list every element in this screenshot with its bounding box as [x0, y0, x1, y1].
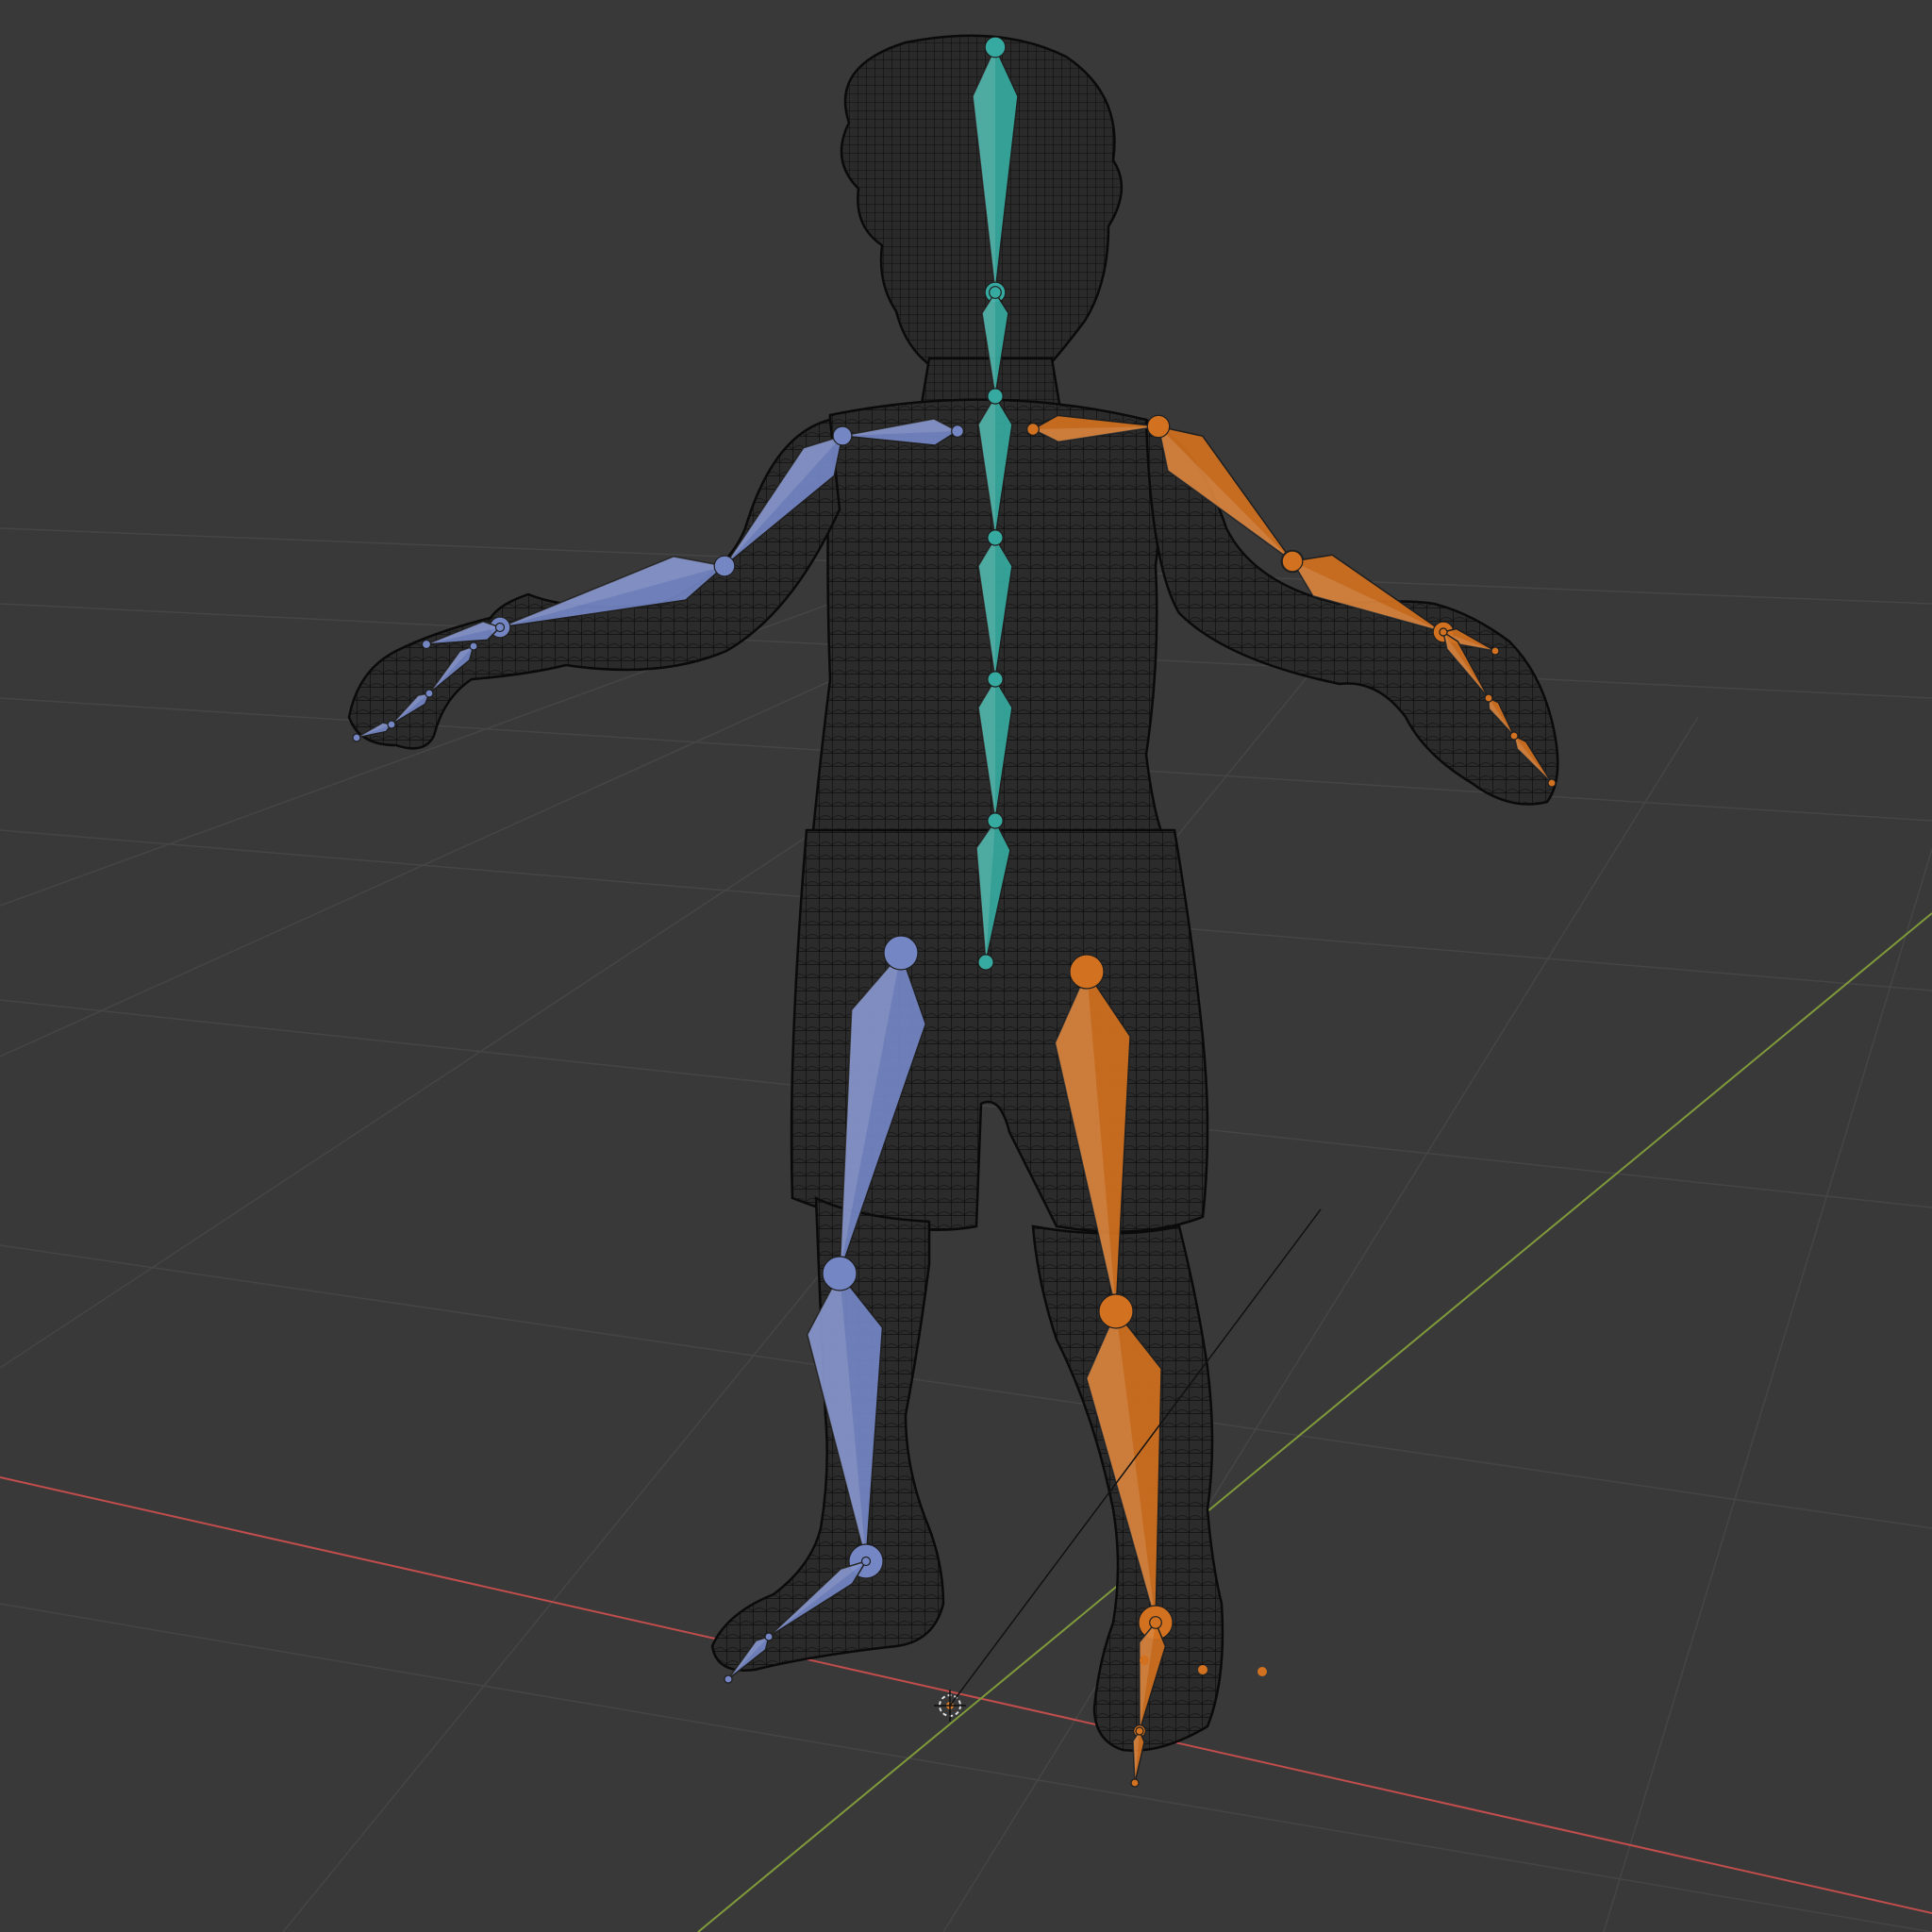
bone-finger-left-3-tail-joint[interactable]: [352, 733, 361, 742]
grid-line-v-5: [1603, 848, 1932, 1932]
bone-upperarm-left-head-joint[interactable]: [832, 425, 853, 446]
bone-spine-upper-head-joint[interactable]: [987, 529, 1004, 546]
bone-hand-left-tail-joint[interactable]: [421, 639, 432, 650]
bone-hand-left-head-joint[interactable]: [494, 622, 506, 633]
bone-shin-right-head-joint[interactable]: [1098, 1293, 1134, 1329]
bone-finger-right-2-head-joint[interactable]: [1484, 693, 1493, 703]
bone-hand-right-tail-joint[interactable]: [1491, 646, 1500, 656]
bone-clavicle-right-head-joint[interactable]: [1026, 423, 1040, 436]
bone-spine-lower-tail-joint[interactable]: [977, 954, 994, 971]
x-axis-line: [0, 1476, 1932, 1914]
grid-line-h-6: [0, 1603, 1932, 1932]
bone-finger-right-3-head-joint[interactable]: [1509, 731, 1519, 741]
grid-line-h-5: [0, 1244, 1932, 1529]
bone-finger-left-2-head-joint[interactable]: [425, 689, 434, 698]
bone-chest-head-joint[interactable]: [987, 388, 1004, 405]
character-mesh[interactable]: [347, 34, 1559, 1752]
bone-foot-left-head-joint[interactable]: [860, 1556, 872, 1567]
bone-clavicle-left-head-joint[interactable]: [951, 425, 964, 438]
bone-finger-left-3-head-joint[interactable]: [387, 720, 396, 729]
bone-toe-left-head-joint[interactable]: [764, 1632, 774, 1641]
bone-toe-right-head-joint[interactable]: [1135, 1726, 1144, 1736]
bone-finger-right-1-head-joint[interactable]: [1439, 627, 1448, 637]
bone-toe-right-tail-joint[interactable]: [1130, 1778, 1140, 1788]
bone-forearm-right-head-joint[interactable]: [1281, 550, 1304, 573]
bone-spine-lower-head-joint[interactable]: [987, 812, 1004, 829]
bone-forearm-left-head-joint[interactable]: [713, 555, 736, 577]
bone-marker-right-1[interactable]: [1257, 1667, 1267, 1676]
3d-viewport[interactable]: [0, 0, 1932, 1932]
bone-thigh-left-head-joint[interactable]: [883, 935, 919, 971]
bone-toe-left-tail-joint[interactable]: [724, 1674, 733, 1684]
bone-thigh-right-head-joint[interactable]: [1069, 954, 1105, 990]
bone-upperarm-right-head-joint[interactable]: [1146, 414, 1171, 439]
bone-head-head-joint[interactable]: [984, 36, 1007, 58]
bone-finger-left-1-head-joint[interactable]: [469, 641, 478, 651]
bone-shin-left-head-joint[interactable]: [822, 1256, 858, 1291]
bone-foot-right-head-joint[interactable]: [1149, 1616, 1162, 1629]
bone-neck-head-joint[interactable]: [989, 286, 1002, 299]
bone-spine-mid-head-joint[interactable]: [987, 671, 1004, 688]
viewport-canvas[interactable]: [0, 0, 1932, 1932]
bone-marker-right-2[interactable]: [1140, 1656, 1149, 1665]
bone-marker-right-0[interactable]: [1198, 1665, 1208, 1674]
bone-finger-right-3-tail-joint[interactable]: [1547, 778, 1557, 788]
